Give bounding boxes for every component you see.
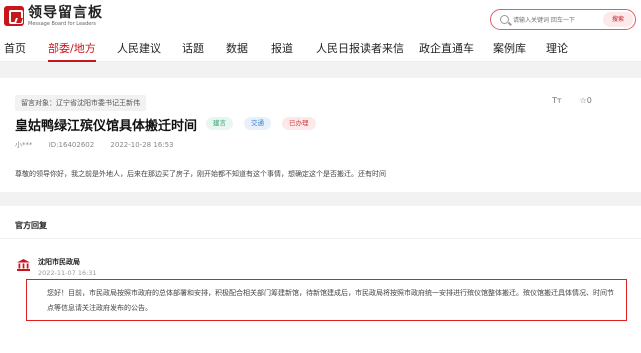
reply-heading: 官方回复 [15, 221, 47, 230]
nav-topics[interactable]: 话题 [182, 40, 204, 56]
reply-org-name: 沈阳市民政局 [38, 258, 80, 266]
search-input[interactable] [513, 13, 593, 27]
message-title: 皇姑鸭绿江殡仪馆具体搬迁时间 [15, 119, 198, 134]
favorite-star-icon[interactable]: ☆0 [580, 96, 592, 105]
official-reply-section: 官方回复 沈阳市民政局 2022-11-07 16:31 您好！目前，市民政局按… [0, 206, 641, 353]
message-meta: 小*** ID:16402602 2022-10-28 16:53 [15, 140, 188, 150]
nav-case-library[interactable]: 案例库 [493, 40, 526, 56]
search-button[interactable]: 搜索 [603, 12, 633, 27]
logo-subtitle: Message Board for Leaders [28, 21, 97, 27]
message-content: 尊敬的领导你好，我之前是外地人，后来在那边买了房子，刚开始都不知道有这个事情，想… [15, 170, 386, 178]
reply-time: 2022-11-07 16:31 [38, 269, 97, 277]
message-card: 留言对象：辽宁省沈阳市委书记王新伟 Tт ☆0 皇姑鸭绿江殡仪馆具体搬迁时间 建… [0, 78, 641, 192]
divider [0, 238, 641, 239]
nav-ministries-local[interactable]: 部委/地方 [48, 40, 96, 62]
tag-suggestion: 建言 [206, 117, 233, 130]
author-name: 小*** [15, 141, 33, 149]
logo-icon [4, 6, 24, 26]
logo-title: 领导留言板 [28, 5, 103, 21]
government-building-icon [17, 259, 30, 271]
main-nav: 首页 部委/地方 人民建议 话题 数据 报道 人民日报读者来信 政企直通车 案例… [0, 34, 641, 62]
message-target: 留言对象：辽宁省沈阳市委书记王新伟 [15, 95, 146, 111]
nav-reports[interactable]: 报道 [271, 40, 293, 56]
top-bar: 领导留言板 Message Board for Leaders 搜索 [0, 0, 641, 34]
nav-reader-letters[interactable]: 人民日报读者来信 [316, 40, 404, 56]
message-id: ID:16402602 [48, 141, 95, 149]
font-size-icon[interactable]: Tт [552, 96, 562, 105]
nav-data[interactable]: 数据 [226, 40, 248, 56]
site-logo[interactable]: 领导留言板 Message Board for Leaders [4, 5, 103, 27]
nav-home[interactable]: 首页 [4, 40, 26, 56]
message-time: 2022-10-28 16:53 [110, 141, 174, 149]
status-badge: 已办理 [282, 117, 316, 130]
nav-people-suggestions[interactable]: 人民建议 [117, 40, 161, 56]
reply-content: 您好！目前，市民政局按照市政府的总体部署和安排，积极配合相关部门筹建新馆，待新馆… [26, 279, 627, 321]
search-box: 搜索 [490, 9, 636, 30]
tag-traffic: 交通 [244, 117, 271, 130]
nav-theory[interactable]: 理论 [546, 40, 568, 56]
search-icon [500, 15, 509, 24]
nav-enterprise-express[interactable]: 政企直通车 [419, 40, 474, 56]
